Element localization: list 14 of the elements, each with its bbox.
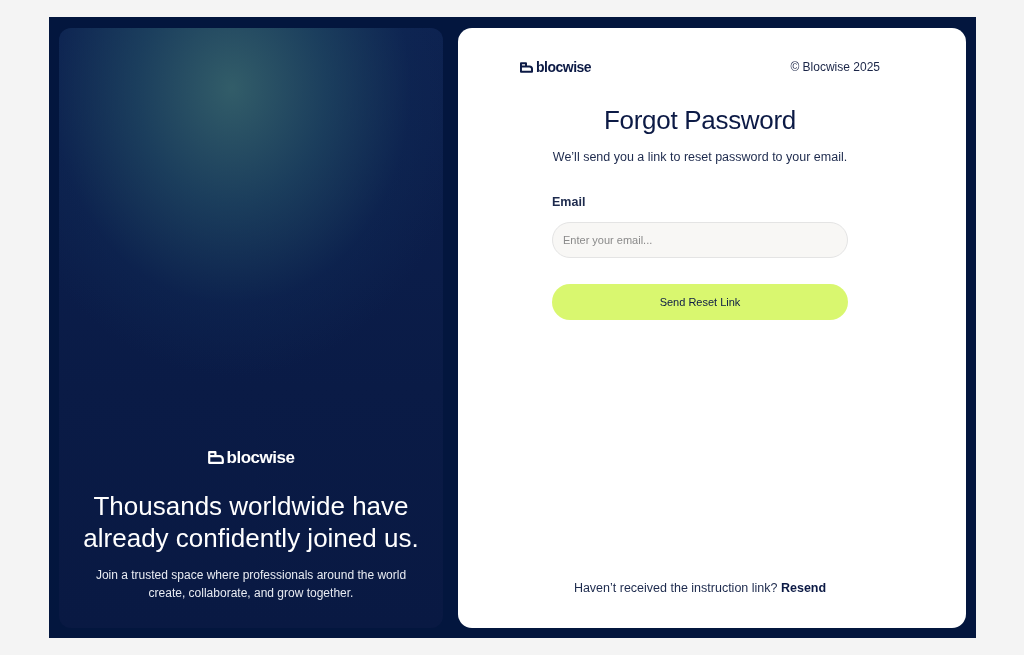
headline-text: Thousands worldwide have already confidently joined us. — [82, 490, 420, 554]
send-reset-link-button[interactable]: Send Reset Link — [552, 284, 848, 320]
resend-prompt: Haven’t received the instruction link? Resend — [572, 580, 828, 596]
page-title: Forgot Password — [604, 104, 796, 136]
field-label: Email — [552, 194, 587, 210]
email-input[interactable]: Enter your email... — [552, 222, 848, 258]
subtitle-text: We’ll send you a link to reset password to your email. — [552, 149, 848, 165]
brand-name: blocwise — [226, 449, 295, 466]
brand-name: blocwise — [536, 60, 592, 74]
resend-link[interactable]: Resend — [780, 581, 827, 595]
logo-icon — [207, 451, 224, 464]
logo-icon — [520, 61, 533, 73]
copyright-text: © Blocwise 2025 — [790, 60, 880, 74]
description-text: Join a trusted space where professionals around the world create, collaborate, and grow together. — [94, 567, 408, 602]
